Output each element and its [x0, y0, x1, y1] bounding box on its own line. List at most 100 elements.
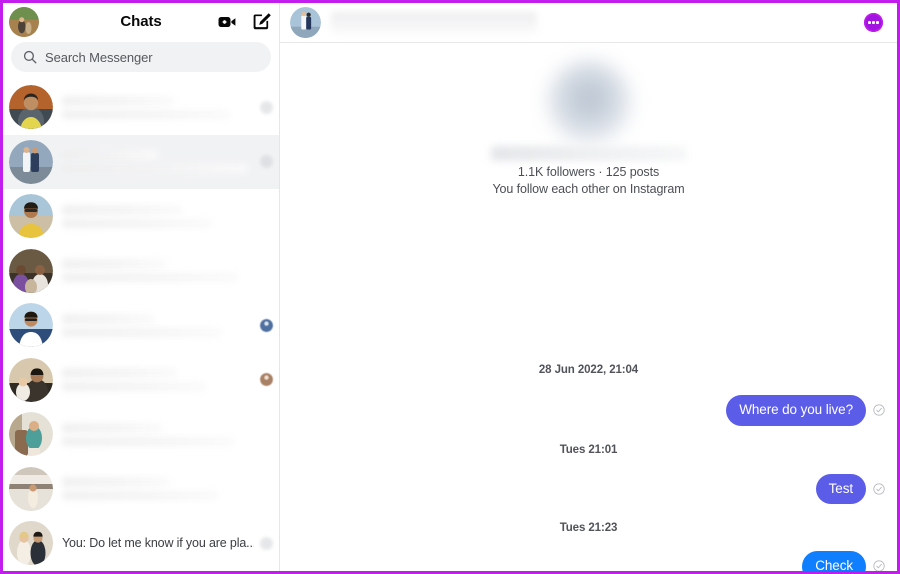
message-snippet-redacted — [62, 436, 234, 446]
circle-check-glyph — [872, 404, 885, 416]
message-snippet-redacted — [62, 327, 222, 337]
message-snippet-redacted — [62, 218, 212, 228]
conversation-header — [280, 3, 897, 43]
list-item[interactable] — [3, 298, 279, 353]
search-container: Search Messenger — [3, 40, 279, 80]
list-item-text — [53, 95, 254, 119]
message-snippet-redacted — [62, 164, 248, 174]
avatar — [9, 139, 53, 184]
avatar-image — [9, 248, 53, 293]
profile-relationship: You follow each other on Instagram — [492, 182, 685, 196]
compose-pencil-square-glyph — [253, 13, 271, 30]
contact-name-redacted — [62, 150, 158, 161]
message-bubble[interactable]: Test — [815, 473, 866, 505]
sidebar-header-actions — [217, 12, 271, 32]
message-bubble[interactable]: Check — [802, 551, 866, 571]
message-timestamp: Tues 21:01 — [559, 443, 618, 456]
avatar — [9, 357, 53, 402]
message-row[interactable]: Where do you live? — [292, 395, 885, 426]
new-message-icon[interactable] — [251, 12, 271, 32]
avatar-image — [290, 7, 321, 38]
list-item[interactable] — [3, 189, 279, 244]
list-item[interactable] — [3, 407, 279, 462]
your-profile-avatar[interactable] — [9, 6, 39, 37]
avatar — [9, 303, 53, 348]
contact-name-redacted — [62, 477, 170, 488]
list-item-text — [53, 313, 254, 337]
avatar — [9, 85, 53, 130]
avatar-image — [9, 194, 53, 239]
message-snippet: You: Do let me know if you are pla... · … — [62, 536, 254, 551]
avatar-image — [9, 6, 39, 37]
contact-name-redacted — [62, 313, 154, 324]
list-item[interactable] — [3, 462, 279, 517]
list-item-text — [53, 368, 254, 392]
message-snippet-redacted — [62, 109, 230, 119]
contact-name-redacted — [62, 204, 182, 215]
list-item[interactable] — [3, 134, 279, 189]
message-status-sent-icon — [872, 404, 885, 417]
message-thread[interactable]: 1.1K followers · 125 posts You follow ea… — [280, 43, 897, 571]
avatar-image — [9, 521, 53, 566]
contact-name-redacted — [62, 422, 162, 433]
ellipsis-dot — [868, 21, 871, 24]
search-input[interactable]: Search Messenger — [11, 42, 271, 72]
messenger-window: Chats Search Messenger You: Do let me kn… — [0, 0, 900, 574]
list-item[interactable]: You: Do let me know if you are pla... · … — [3, 516, 279, 571]
avatar — [9, 412, 53, 457]
profile-intro-card: 1.1K followers · 125 posts You follow ea… — [292, 43, 885, 196]
read-receipt-avatar — [260, 536, 273, 550]
list-item[interactable] — [3, 353, 279, 408]
avatar — [9, 248, 53, 293]
contact-name-redacted — [62, 368, 178, 379]
ellipsis-dot — [876, 21, 879, 24]
list-item[interactable] — [3, 244, 279, 299]
message-bubble[interactable]: Where do you live? — [726, 395, 866, 426]
list-item[interactable] — [3, 80, 279, 135]
profile-picture-redacted — [545, 59, 632, 145]
chat-list[interactable]: You: Do let me know if you are pla... · … — [3, 80, 279, 571]
conversation-avatar[interactable] — [290, 7, 321, 38]
avatar-image — [9, 139, 53, 184]
avatar — [9, 194, 53, 239]
thread-spacer — [292, 196, 885, 364]
list-item-text — [53, 150, 254, 174]
ellipsis-dot — [872, 21, 875, 24]
avatar-image — [9, 303, 53, 348]
list-item-text — [53, 422, 273, 446]
list-item-text: You: Do let me know if you are pla... · … — [53, 536, 254, 550]
profile-stats: 1.1K followers · 125 posts — [517, 165, 660, 179]
search-icon — [23, 50, 37, 64]
avatar — [9, 521, 53, 566]
conversation-panel: 1.1K followers · 125 posts You follow ea… — [280, 3, 897, 571]
contact-name-redacted — [62, 95, 174, 106]
message-status-sent-icon — [872, 560, 885, 571]
message-snippet-redacted — [62, 382, 206, 392]
avatar — [9, 466, 53, 511]
read-receipt-avatar — [260, 373, 273, 387]
circle-check-glyph — [872, 560, 885, 571]
list-item-text — [53, 259, 273, 283]
message-status-sent-icon — [872, 482, 885, 495]
circle-check-glyph — [872, 483, 885, 495]
avatar-image — [9, 357, 53, 402]
profile-name-redacted — [490, 146, 687, 161]
avatar-image — [9, 466, 53, 511]
new-video-call-icon[interactable] — [217, 12, 237, 32]
list-item-text — [53, 204, 273, 228]
conversation-title-redacted — [331, 11, 537, 34]
magnifier-glyph — [23, 50, 37, 64]
read-receipt-avatar — [260, 318, 273, 332]
conversation-options-button[interactable] — [864, 13, 883, 32]
contact-name-redacted — [62, 259, 166, 270]
list-item-text — [53, 477, 273, 501]
read-receipt-avatar — [260, 155, 273, 169]
avatar-image — [9, 412, 53, 457]
read-receipt-avatar — [260, 100, 273, 114]
video-camera-plus-glyph — [218, 16, 236, 27]
message-row[interactable]: Check — [292, 551, 885, 571]
message-snippet-redacted — [62, 273, 238, 283]
message-timestamp: Tues 21:23 — [559, 522, 618, 535]
avatar-image — [9, 85, 53, 130]
message-row[interactable]: Test — [292, 473, 885, 505]
